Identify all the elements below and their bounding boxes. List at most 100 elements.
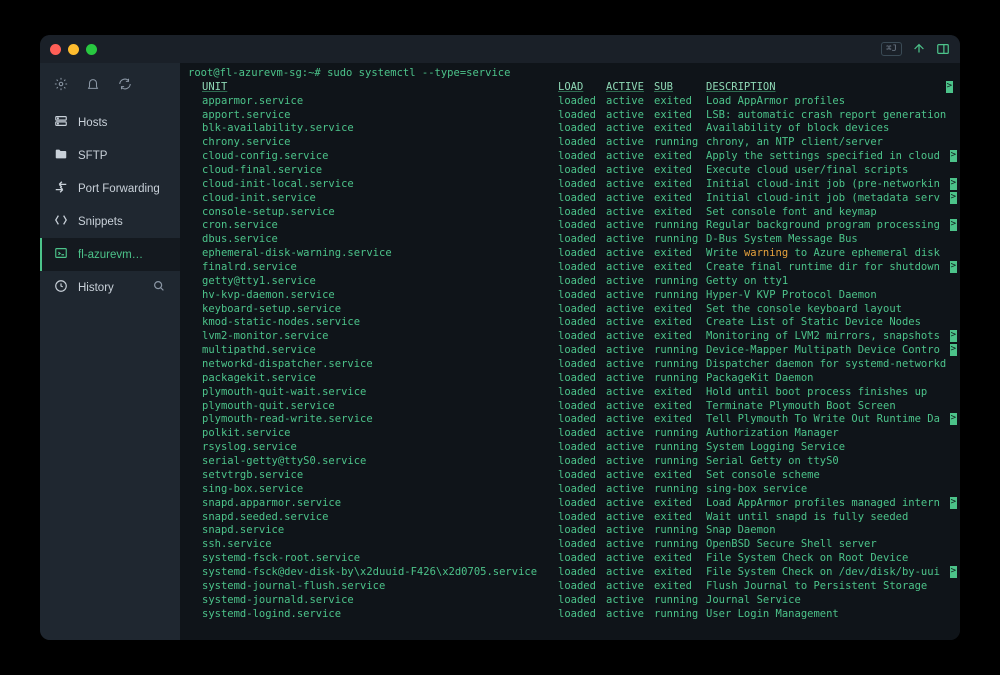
desc-cell: Dispatcher daemon for systemd-networkd bbox=[706, 358, 956, 372]
service-row: kmod-static-nodes.serviceloadedactiveexi… bbox=[188, 316, 956, 330]
load-cell: loaded bbox=[558, 497, 606, 511]
sub-cell: exited bbox=[654, 192, 706, 206]
service-row: cloud-config.serviceloadedactiveexitedAp… bbox=[188, 150, 956, 164]
unit-cell: cloud-init-local.service bbox=[188, 178, 558, 192]
load-cell: loaded bbox=[558, 538, 606, 552]
unit-cell: multipathd.service bbox=[188, 344, 558, 358]
history-icon bbox=[54, 279, 68, 296]
service-row: systemd-fsck@dev-disk-by\x2duuid-F426\x2… bbox=[188, 566, 956, 580]
active-cell: active bbox=[606, 330, 654, 344]
desc-cell: Serial Getty on ttyS0 bbox=[706, 455, 956, 469]
header-load: LOAD bbox=[558, 81, 606, 95]
desc-cell: Availability of block devices bbox=[706, 122, 956, 136]
desc-cell: Set console scheme bbox=[706, 469, 956, 483]
service-row: getty@tty1.serviceloadedactiverunningGet… bbox=[188, 275, 956, 289]
sub-cell: exited bbox=[654, 261, 706, 275]
sub-cell: running bbox=[654, 455, 706, 469]
load-cell: loaded bbox=[558, 400, 606, 414]
load-cell: loaded bbox=[558, 219, 606, 233]
sub-cell: exited bbox=[654, 206, 706, 220]
share-icon[interactable] bbox=[912, 42, 926, 56]
load-cell: loaded bbox=[558, 413, 606, 427]
service-row: console-setup.serviceloadedactiveexitedS… bbox=[188, 206, 956, 220]
desc-cell: D-Bus System Message Bus bbox=[706, 233, 956, 247]
desc-cell: Wait until snapd is fully seeded bbox=[706, 511, 956, 525]
search-icon[interactable] bbox=[152, 279, 166, 296]
sidebar-item-label: Hosts bbox=[78, 117, 107, 129]
unit-cell: cloud-config.service bbox=[188, 150, 558, 164]
service-row: serial-getty@ttyS0.serviceloadedactiveru… bbox=[188, 455, 956, 469]
settings-icon[interactable] bbox=[54, 77, 68, 94]
unit-cell: packagekit.service bbox=[188, 372, 558, 386]
sidebar-item-label: History bbox=[78, 282, 114, 294]
desc-cell: Initial cloud-init job (pre-networkin bbox=[706, 178, 956, 192]
sidebar-item-label: fl-azurevm… bbox=[78, 249, 143, 261]
sub-cell: exited bbox=[654, 303, 706, 317]
sidebar-item-terminal[interactable]: fl-azurevm… bbox=[40, 238, 180, 271]
unit-cell: plymouth-quit-wait.service bbox=[188, 386, 558, 400]
service-row: cloud-final.serviceloadedactiveexitedExe… bbox=[188, 164, 956, 178]
active-cell: active bbox=[606, 150, 654, 164]
active-cell: active bbox=[606, 469, 654, 483]
table-header: UNIT LOAD ACTIVE SUB DESCRIPTION > bbox=[188, 81, 956, 95]
service-row: keyboard-setup.serviceloadedactiveexited… bbox=[188, 303, 956, 317]
truncation-indicator: > bbox=[950, 344, 957, 356]
desc-cell: Device-Mapper Multipath Device Contro bbox=[706, 344, 956, 358]
sidebar-item-snippets[interactable]: Snippets bbox=[40, 205, 180, 238]
sub-cell: exited bbox=[654, 247, 706, 261]
unit-cell: dbus.service bbox=[188, 233, 558, 247]
active-cell: active bbox=[606, 455, 654, 469]
port-icon bbox=[54, 180, 68, 197]
sidebar-item-history[interactable]: History bbox=[40, 271, 180, 304]
sftp-icon bbox=[54, 147, 68, 164]
load-cell: loaded bbox=[558, 247, 606, 261]
desc-cell: Terminate Plymouth Boot Screen bbox=[706, 400, 956, 414]
sub-cell: exited bbox=[654, 109, 706, 123]
active-cell: active bbox=[606, 219, 654, 233]
active-cell: active bbox=[606, 192, 654, 206]
active-cell: active bbox=[606, 178, 654, 192]
unit-cell: systemd-journal-flush.service bbox=[188, 580, 558, 594]
maximize-button[interactable] bbox=[86, 44, 97, 55]
active-cell: active bbox=[606, 400, 654, 414]
desc-cell: Flush Journal to Persistent Storage bbox=[706, 580, 956, 594]
unit-cell: systemd-fsck@dev-disk-by\x2duuid-F426\x2… bbox=[188, 566, 558, 580]
bell-icon[interactable] bbox=[86, 77, 100, 94]
sidebar-item-label: Port Forwarding bbox=[78, 183, 160, 195]
unit-cell: plymouth-quit.service bbox=[188, 400, 558, 414]
app-window: ⌘J Hosts SFTP Port Forwarding Snippets f… bbox=[40, 35, 960, 640]
sub-cell: exited bbox=[654, 386, 706, 400]
unit-cell: networkd-dispatcher.service bbox=[188, 358, 558, 372]
desc-cell: Hyper-V KVP Protocol Daemon bbox=[706, 289, 956, 303]
load-cell: loaded bbox=[558, 483, 606, 497]
sub-cell: running bbox=[654, 219, 706, 233]
sync-icon[interactable] bbox=[118, 77, 132, 94]
close-button[interactable] bbox=[50, 44, 61, 55]
minimize-button[interactable] bbox=[68, 44, 79, 55]
load-cell: loaded bbox=[558, 178, 606, 192]
unit-cell: systemd-fsck-root.service bbox=[188, 552, 558, 566]
load-cell: loaded bbox=[558, 594, 606, 608]
desc-cell: System Logging Service bbox=[706, 441, 956, 455]
header-desc: DESCRIPTION bbox=[706, 81, 956, 95]
sub-cell: running bbox=[654, 233, 706, 247]
split-icon[interactable] bbox=[936, 42, 950, 56]
service-row: sing-box.serviceloadedactiverunningsing-… bbox=[188, 483, 956, 497]
truncation-indicator: > bbox=[950, 566, 957, 578]
unit-cell: cloud-init.service bbox=[188, 192, 558, 206]
sidebar-item-sftp[interactable]: SFTP bbox=[40, 139, 180, 172]
sidebar-item-label: SFTP bbox=[78, 150, 107, 162]
sidebar-item-port[interactable]: Port Forwarding bbox=[40, 172, 180, 205]
desc-cell: Journal Service bbox=[706, 594, 956, 608]
service-row: networkd-dispatcher.serviceloadedactiver… bbox=[188, 358, 956, 372]
active-cell: active bbox=[606, 261, 654, 275]
desc-cell: Regular background program processing bbox=[706, 219, 956, 233]
unit-cell: cloud-final.service bbox=[188, 164, 558, 178]
active-cell: active bbox=[606, 233, 654, 247]
sub-cell: running bbox=[654, 538, 706, 552]
sidebar-item-hosts[interactable]: Hosts bbox=[40, 106, 180, 139]
unit-cell: snapd.service bbox=[188, 524, 558, 538]
sub-cell: running bbox=[654, 358, 706, 372]
terminal-pane[interactable]: root@fl-azurevm-sg:~# sudo systemctl --t… bbox=[180, 63, 960, 640]
service-row: hv-kvp-daemon.serviceloadedactiverunning… bbox=[188, 289, 956, 303]
